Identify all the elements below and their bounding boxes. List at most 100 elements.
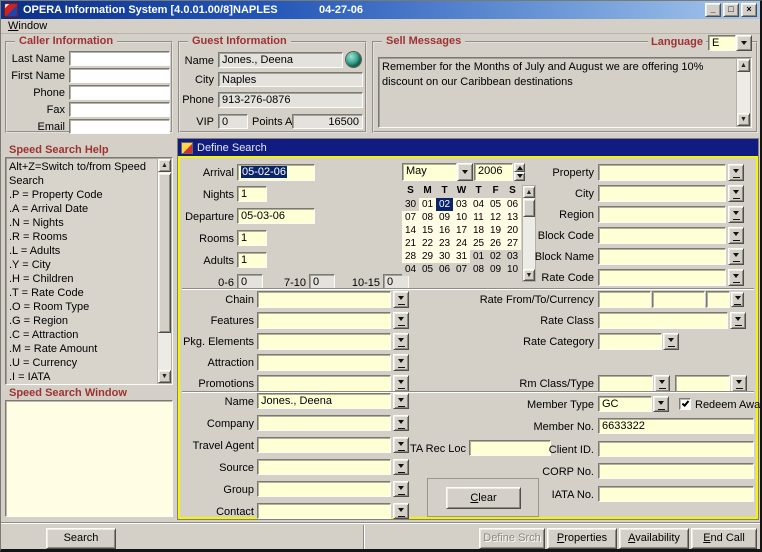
calendar-day[interactable]: 30 (436, 250, 453, 263)
calendar-day[interactable]: 05 (419, 263, 436, 276)
scrollbar-thumb[interactable] (158, 173, 171, 333)
scroll-down-icon[interactable]: ▼ (158, 370, 171, 383)
calendar-day[interactable]: 21 (402, 237, 419, 250)
properties-button[interactable]: Properties (547, 528, 617, 549)
promotions-lov-button[interactable] (393, 375, 409, 392)
calendar-month-field[interactable]: May (402, 163, 457, 181)
last-name-field[interactable] (69, 51, 170, 66)
minimize-button-icon[interactable]: _ (705, 3, 721, 17)
rm-class-field[interactable] (598, 375, 653, 392)
calendar-day-selected[interactable]: 02 (436, 198, 453, 211)
source-lov-button[interactable] (393, 459, 409, 475)
language-dropdown-button[interactable] (736, 35, 752, 51)
features-field[interactable] (257, 312, 391, 329)
rm-class-lov-button[interactable] (654, 375, 670, 392)
corp-no-field[interactable] (598, 463, 754, 479)
scroll-down-icon[interactable]: ▼ (737, 113, 750, 126)
globe-icon[interactable] (346, 52, 361, 67)
region-lov-button[interactable] (728, 206, 744, 223)
calendar-day[interactable]: 07 (402, 211, 419, 224)
client-id-field[interactable] (598, 441, 754, 457)
calendar-day[interactable]: 31 (453, 250, 470, 263)
block-code-field[interactable] (598, 227, 726, 244)
member-type-field[interactable]: GC (598, 396, 652, 412)
end-call-button[interactable]: End Call (691, 528, 757, 549)
calendar-day[interactable]: 30 (402, 198, 419, 211)
scroll-up-icon[interactable]: ▲ (158, 159, 171, 172)
region-field[interactable] (598, 206, 726, 223)
calendar-day[interactable]: 16 (436, 224, 453, 237)
rate-code-field[interactable] (598, 269, 726, 286)
calendar-day[interactable]: 23 (436, 237, 453, 250)
group-field[interactable] (257, 481, 391, 497)
property-lov-button[interactable] (728, 164, 744, 181)
city-lov-button[interactable] (728, 185, 744, 202)
promotions-field[interactable] (257, 375, 391, 392)
rate-currency-lov-button[interactable] (731, 292, 744, 307)
company-lov-button[interactable] (393, 415, 409, 431)
company-field[interactable] (257, 415, 391, 431)
iata-no-field[interactable] (598, 486, 754, 502)
arrival-field[interactable]: 05-02-06 (237, 164, 315, 181)
calendar-day[interactable]: 08 (419, 211, 436, 224)
rm-type-field[interactable] (675, 375, 730, 392)
calendar-day[interactable]: 01 (419, 198, 436, 211)
calendar-day[interactable]: 17 (453, 224, 470, 237)
chain-lov-button[interactable] (393, 291, 409, 308)
rate-code-lov-button[interactable] (728, 269, 744, 286)
calendar-day[interactable]: 22 (419, 237, 436, 250)
email-field[interactable] (69, 119, 170, 134)
source-field[interactable] (257, 459, 391, 475)
rate-to-field[interactable] (652, 291, 705, 308)
rate-currency-field[interactable] (706, 291, 730, 308)
scroll-up-icon[interactable]: ▲ (737, 59, 750, 72)
calendar-day[interactable]: 29 (419, 250, 436, 263)
rate-category-field[interactable] (598, 333, 662, 350)
block-code-lov-button[interactable] (728, 227, 744, 244)
search-city-field[interactable] (598, 185, 726, 202)
property-field[interactable] (598, 164, 726, 181)
rate-from-field[interactable] (598, 291, 651, 308)
sell-message-scrollbar[interactable]: ▲ ▼ (736, 58, 751, 127)
block-name-field[interactable] (598, 248, 726, 265)
caller-phone-field[interactable] (69, 85, 170, 100)
calendar-day[interactable]: 06 (436, 263, 453, 276)
block-name-lov-button[interactable] (728, 248, 744, 265)
profile-name-lov-button[interactable] (393, 393, 409, 409)
vip-field[interactable]: 0 (218, 114, 248, 129)
pkg-elements-field[interactable] (257, 333, 391, 350)
search-button[interactable]: Search (46, 528, 116, 549)
adults-field[interactable]: 1 (237, 252, 267, 268)
group-lov-button[interactable] (393, 481, 409, 497)
first-name-field[interactable] (69, 68, 170, 83)
points-avail-field[interactable]: 16500 (292, 114, 363, 129)
speed-search-help-scrollbar[interactable]: ▲ ▼ (157, 158, 172, 384)
calendar-day[interactable]: 03 (453, 198, 470, 211)
profile-name-field[interactable]: Jones., Deena (257, 393, 391, 409)
calendar-day[interactable]: 28 (402, 250, 419, 263)
chain-field[interactable] (257, 291, 391, 308)
redeem-award-checkbox[interactable] (679, 398, 691, 410)
rm-type-lov-button[interactable] (731, 375, 747, 392)
calendar-day[interactable]: 15 (419, 224, 436, 237)
calendar-day[interactable]: 24 (453, 237, 470, 250)
contact-lov-button[interactable] (393, 503, 409, 519)
rooms-field[interactable]: 1 (237, 230, 267, 246)
departure-field[interactable]: 05-03-06 (237, 208, 315, 224)
guest-name-field[interactable]: Jones., Deena (218, 52, 343, 68)
rate-category-lov-button[interactable] (663, 333, 679, 350)
calendar-day[interactable]: 07 (453, 263, 470, 276)
rate-class-field[interactable] (598, 312, 728, 329)
attraction-field[interactable] (257, 354, 391, 371)
features-lov-button[interactable] (393, 312, 409, 329)
member-type-lov-button[interactable] (653, 396, 669, 412)
availability-button[interactable]: Availability (619, 528, 689, 549)
fax-field[interactable] (69, 102, 170, 117)
rate-class-lov-button[interactable] (730, 312, 746, 329)
close-button-icon[interactable]: × (741, 3, 757, 17)
contact-field[interactable] (257, 503, 391, 519)
speed-search-window-box[interactable] (5, 400, 173, 517)
member-no-field[interactable]: 6633322 (598, 418, 754, 434)
guest-city-field[interactable]: Naples (218, 72, 363, 87)
calendar-day[interactable]: 14 (402, 224, 419, 237)
